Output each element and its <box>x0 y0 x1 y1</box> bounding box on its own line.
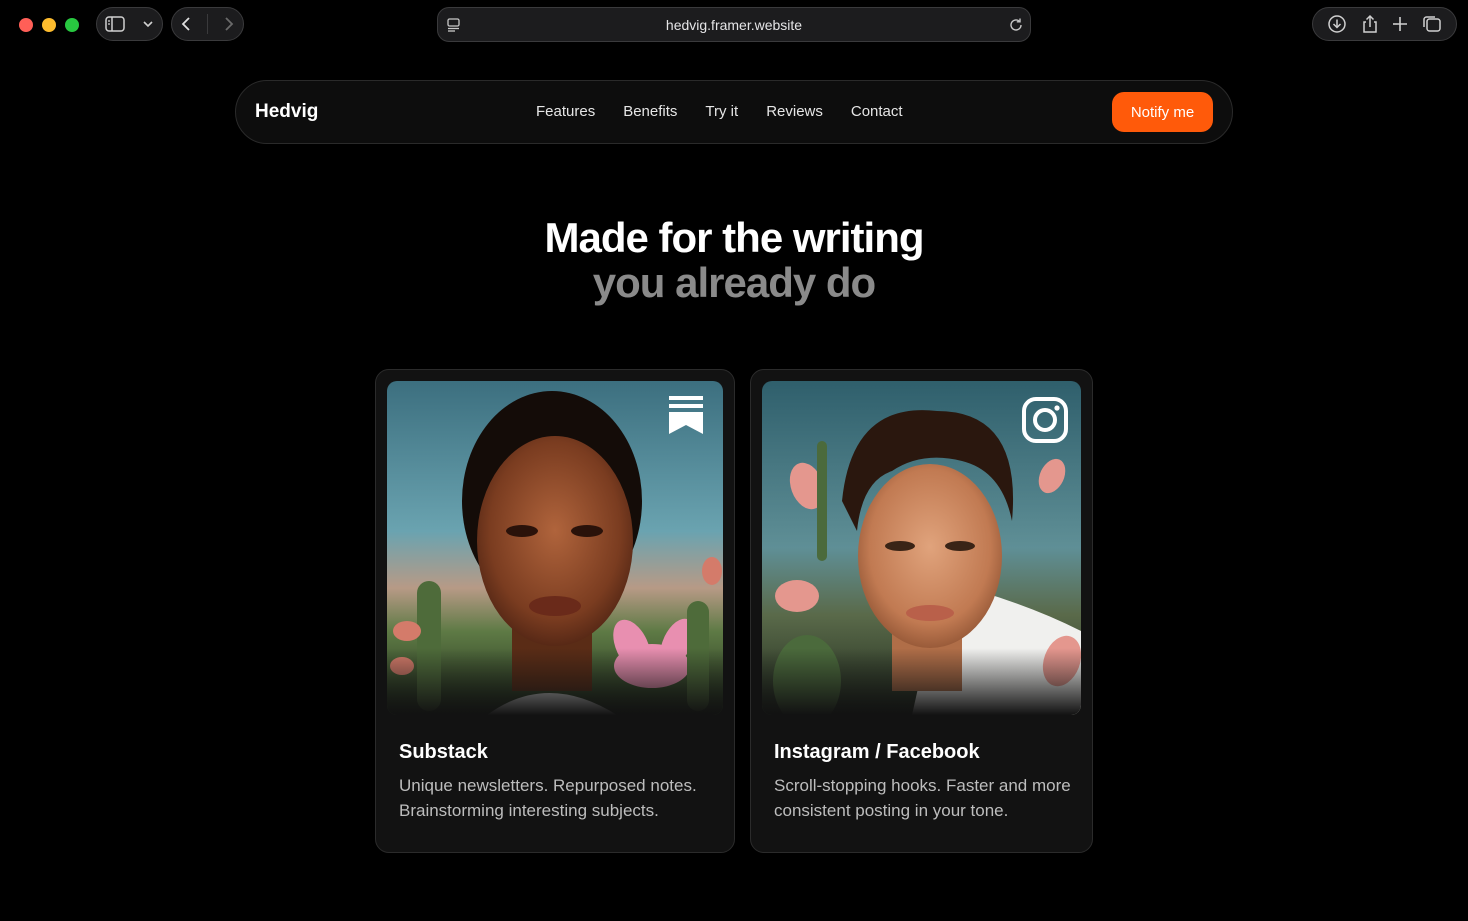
hero-title: Made for the writing <box>544 214 925 261</box>
nav-link-benefits[interactable]: Benefits <box>623 103 677 120</box>
reload-icon[interactable] <box>1008 17 1024 38</box>
nav-link-try-it[interactable]: Try it <box>705 103 738 120</box>
instagram-icon <box>1022 397 1068 448</box>
notify-me-button[interactable]: Notify me <box>1112 92 1213 132</box>
card-description: Scroll-stopping hooks. Faster and more c… <box>774 776 1071 820</box>
history-nav-group <box>171 7 244 41</box>
zoom-window-button[interactable] <box>65 18 79 32</box>
card-title: Instagram / Facebook <box>774 741 980 763</box>
card-description: Unique newsletters. Repurposed notes. Br… <box>399 776 697 820</box>
close-window-button[interactable] <box>19 18 33 32</box>
address-bar[interactable]: hedvig.framer.website <box>437 7 1031 42</box>
chevron-down-icon[interactable] <box>142 20 154 28</box>
browser-window: hedvig.framer.website Hedvig Features Be… <box>0 0 1468 921</box>
brand-logo[interactable]: Hedvig <box>255 101 318 123</box>
new-tab-icon[interactable] <box>1392 16 1408 32</box>
download-icon[interactable] <box>1327 14 1347 34</box>
back-arrow-icon[interactable] <box>180 16 192 32</box>
browser-toolbar: hedvig.framer.website <box>0 0 1468 50</box>
nav-link-contact[interactable]: Contact <box>851 103 903 120</box>
card-substack[interactable]: Substack Unique newsletters. Repurposed … <box>375 369 735 853</box>
nav-link-reviews[interactable]: Reviews <box>766 103 823 120</box>
minimize-window-button[interactable] <box>42 18 56 32</box>
forward-arrow-icon[interactable] <box>223 16 235 32</box>
url-text: hedvig.framer.website <box>665 17 803 33</box>
hero-subtitle: you already do <box>592 259 876 306</box>
share-icon[interactable] <box>1361 14 1379 34</box>
nav-link-features[interactable]: Features <box>536 103 595 120</box>
card-instagram-facebook[interactable]: Instagram / Facebook Scroll-stopping hoo… <box>750 369 1093 853</box>
substack-icon <box>669 396 703 439</box>
nav-divider <box>206 14 208 34</box>
sidebar-icon[interactable] <box>105 16 125 32</box>
sidebar-toggle-group <box>96 7 163 41</box>
card-title: Substack <box>399 741 488 763</box>
site-navbar: Hedvig Features Benefits Try it Reviews … <box>235 80 1233 144</box>
tab-overview-icon[interactable] <box>1422 15 1442 33</box>
browser-actions-group <box>1312 7 1457 41</box>
nav-links: Features Benefits Try it Reviews Contact <box>536 103 931 120</box>
